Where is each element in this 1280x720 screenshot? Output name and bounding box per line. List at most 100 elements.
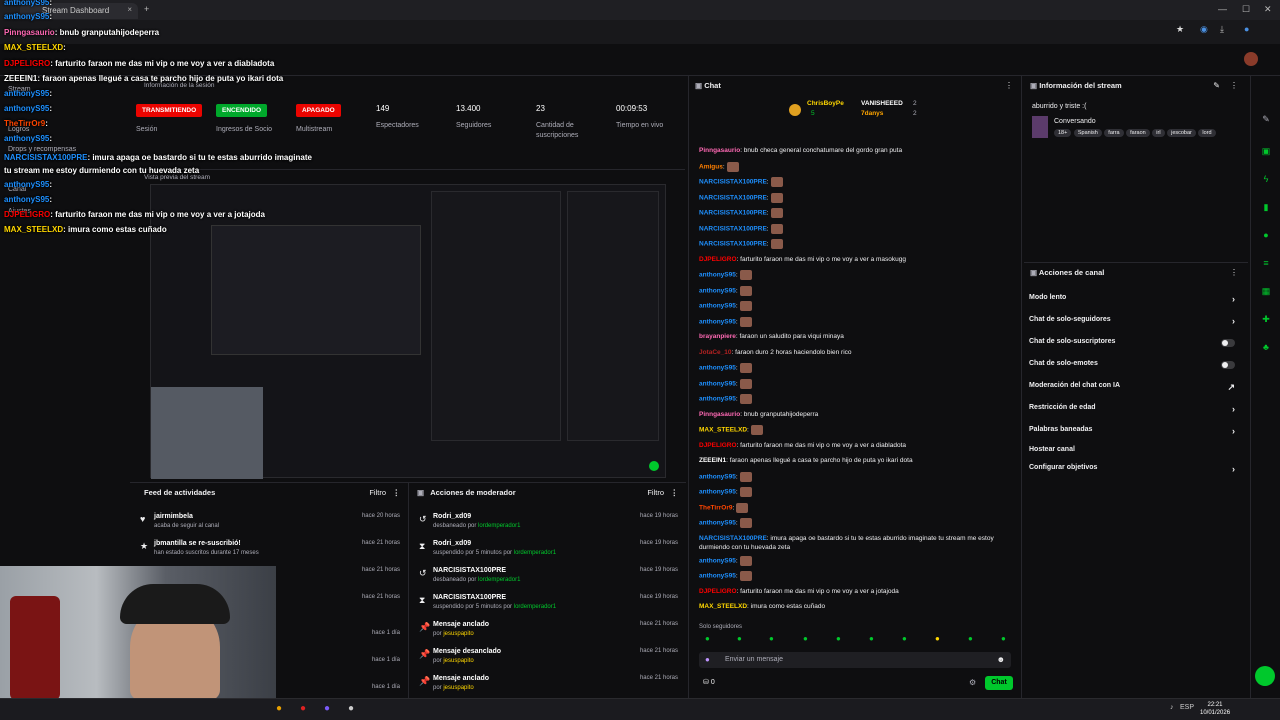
chat-bubble-icon[interactable]: ● [1259, 230, 1273, 244]
pinned-user[interactable]: 7danys [861, 110, 883, 117]
lang-indicator[interactable]: ESP [1180, 704, 1194, 711]
chat-username[interactable]: brayanpiere [699, 333, 736, 340]
action-modo-lento[interactable]: Modo lento › [1029, 294, 1239, 310]
tag[interactable]: lord [1198, 129, 1216, 137]
chat-username[interactable]: MAX_STEELXD [699, 427, 747, 434]
tag[interactable]: Spanish [1073, 129, 1102, 137]
chat-username[interactable]: NARCISISTAX100PRE [699, 535, 767, 542]
more-icon[interactable]: ⋮ [1005, 81, 1013, 90]
chat-username[interactable]: TheTirrOr9 [699, 504, 732, 511]
volume-icon[interactable]: ♪ [1170, 704, 1174, 711]
nav-stream[interactable]: Stream [8, 86, 31, 93]
chat-username[interactable]: NARCISISTAX100PRE [699, 241, 767, 248]
chat-username[interactable]: Pinngasaurio [699, 411, 740, 418]
item-moderator[interactable]: lordemperador1 [514, 604, 556, 610]
maximize-icon[interactable]: ☐ [1242, 4, 1250, 15]
list-item[interactable]: 📌 Mensaje anclado por jesuspapito hace 2… [409, 673, 686, 699]
more-icon[interactable]: ⋮ [671, 488, 679, 497]
chat-username[interactable]: anthonyS95 [699, 489, 736, 496]
item-moderator[interactable]: lordemperador1 [478, 523, 520, 529]
action-solo-suscriptores[interactable]: Chat de solo-suscriptores [1029, 338, 1239, 354]
preview-video[interactable] [150, 184, 666, 479]
action-hostear-canal[interactable]: Hostear canal [1029, 446, 1239, 462]
filter-button[interactable]: Filtro [369, 488, 386, 497]
clip-icon[interactable]: ▮ [1259, 202, 1273, 216]
emote-icon[interactable]: ● [1001, 634, 1006, 643]
filter-button[interactable]: Filtro [647, 488, 664, 497]
action-palabras-baneadas[interactable]: Palabras baneadas › [1029, 426, 1239, 442]
chat-username[interactable]: anthonyS95 [699, 272, 736, 279]
code-icon[interactable]: ≡ [1259, 258, 1273, 272]
chat-username[interactable]: Amigus [699, 163, 723, 170]
action-solo-emotes[interactable]: Chat de solo-emotes [1029, 360, 1239, 376]
extension-icon[interactable]: ◉ [1200, 24, 1208, 35]
chat-username[interactable]: anthonyS95 [699, 287, 736, 294]
chat-username[interactable]: anthonyS95 [699, 573, 736, 580]
discord-taskbar-icon[interactable]: ● [324, 703, 330, 714]
chat-username[interactable]: NARCISISTAX100PRE [699, 179, 767, 186]
avatar[interactable] [1244, 52, 1258, 66]
browser-tab[interactable]: Stream Dashboard × [20, 3, 138, 19]
item-moderator[interactable]: jesuspapito [443, 631, 473, 637]
extension-icon[interactable]: ♣ [1259, 342, 1273, 356]
nav-canal[interactable]: Canal [8, 186, 26, 193]
pencil-icon[interactable]: ✎ [1259, 114, 1273, 128]
list-item[interactable]: ★ jbmantilla se re-suscribió! han estado… [130, 538, 408, 564]
item-moderator[interactable]: jesuspapito [443, 658, 473, 664]
more-icon[interactable]: ⋮ [1230, 268, 1238, 277]
tag[interactable]: faraon [1126, 129, 1150, 137]
minimize-icon[interactable]: — [1218, 4, 1227, 14]
emote-picker-icon[interactable]: ☻ [997, 655, 1005, 664]
help-icon[interactable] [1255, 666, 1275, 686]
app-taskbar-icon[interactable]: ● [300, 703, 306, 714]
chat-username[interactable]: anthonyS95 [699, 473, 736, 480]
close-icon[interactable]: × [127, 5, 132, 14]
chat-username[interactable]: Pinngasaurio [699, 147, 740, 154]
item-moderator[interactable]: lordemperador1 [478, 577, 520, 583]
action-configurar-objetivos[interactable]: Configurar objetivos › [1029, 464, 1239, 480]
item-moderator[interactable]: jesuspapito [443, 685, 473, 691]
pinned-user[interactable]: VANISHEEED [861, 100, 903, 107]
profile-icon[interactable]: ● [1244, 24, 1249, 34]
action-restriccion-edad[interactable]: Restricción de edad › [1029, 404, 1239, 420]
emote-icon[interactable]: ● [769, 634, 774, 643]
send-chat-button[interactable]: Chat [985, 676, 1013, 690]
list-item[interactable]: 📌 Mensaje desanclado por jesuspapito hac… [409, 646, 686, 672]
tag[interactable]: irl [1152, 129, 1165, 137]
chat-username[interactable]: NARCISISTAX100PRE [699, 194, 767, 201]
wrench-icon[interactable]: ✚ [1259, 314, 1273, 328]
chat-username[interactable]: MAX_STEELXD [699, 603, 747, 610]
emote-icon[interactable]: ● [705, 634, 710, 643]
gear-icon[interactable]: ⚙ [969, 678, 976, 687]
obs-taskbar-icon[interactable]: ● [348, 703, 354, 714]
chat-username[interactable]: JotaCe_10 [699, 349, 732, 356]
chat-username[interactable]: anthonyS95 [699, 380, 736, 387]
chat-username[interactable]: anthonyS95 [699, 365, 736, 372]
list-item[interactable]: ↺ NARCISISTAX100PRE desbaneado por lorde… [409, 565, 686, 591]
list-item[interactable]: ⧗ NARCISISTAX100PRE suspendido por 5 min… [409, 592, 686, 618]
channel-points[interactable]: ⛁ 0 [703, 678, 715, 686]
new-tab-button[interactable]: + [144, 4, 149, 14]
chat-username[interactable]: DJPELIGRO [699, 588, 737, 595]
grid-icon[interactable]: ▦ [1259, 286, 1273, 300]
emote-icon[interactable]: ● [935, 634, 940, 643]
emote-icon[interactable]: ● [737, 634, 742, 643]
emote-icon[interactable]: ● [968, 634, 973, 643]
nav-drops[interactable]: Drops y recompensas [8, 146, 76, 153]
emote-icon[interactable]: ● [836, 634, 841, 643]
chat-username[interactable]: DJPELIGRO [699, 442, 737, 449]
chat-username[interactable]: NARCISISTAX100PRE [699, 225, 767, 232]
emote-icon[interactable]: ● [902, 634, 907, 643]
action-solo-seguidores[interactable]: Chat de solo-seguidores › [1029, 316, 1239, 332]
star-icon[interactable]: ★ [1176, 24, 1184, 35]
tag[interactable]: 18+ [1054, 129, 1072, 137]
more-icon[interactable]: ⋮ [1230, 81, 1238, 90]
download-icon[interactable]: ⤓ [1220, 24, 1224, 35]
chat-input[interactable]: ● Enviar un mensaje ☻ [699, 652, 1011, 668]
quick-action-icon[interactable]: ▣ [1259, 146, 1273, 160]
bolt-icon[interactable]: ϟ [1259, 174, 1273, 188]
action-moderacion-ia[interactable]: Moderación del chat con IA ↗ [1029, 382, 1239, 398]
list-item[interactable]: ♥ jairmimbela acaba de seguir al canal h… [130, 511, 408, 537]
list-item[interactable]: ↺ Rodri_xd09 desbaneado por lordemperado… [409, 511, 686, 537]
tag[interactable]: jescobar [1167, 129, 1196, 137]
